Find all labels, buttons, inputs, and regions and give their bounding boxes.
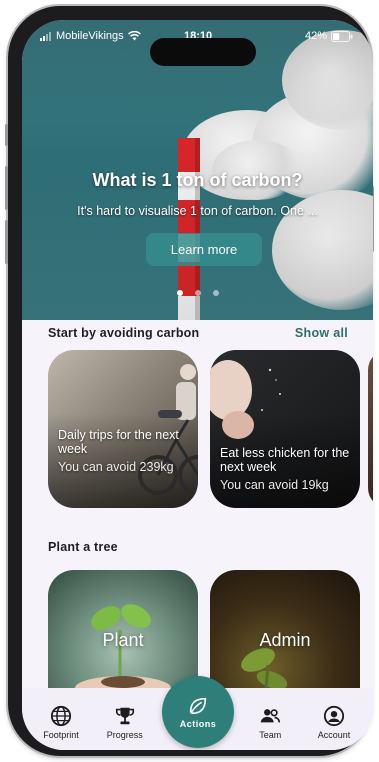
avoid-cards-row[interactable]: Daily trips for the next week You can av… — [22, 350, 373, 512]
trophy-icon — [115, 707, 134, 725]
card-title: Eat less chicken for the next week — [220, 446, 350, 474]
nav-item-footprint[interactable]: Footprint — [34, 705, 88, 750]
carrier-group: MobileVikings — [40, 30, 141, 42]
signal-icon — [40, 31, 51, 41]
battery-percent: 42% — [304, 30, 327, 42]
admin-card-label: Admin — [259, 630, 311, 650]
tree-section-title: Plant a tree — [48, 540, 118, 554]
avoid-section-title: Start by avoiding carbon — [48, 326, 200, 340]
nav-item-progress[interactable]: Progress — [98, 705, 152, 750]
volume-down-button — [5, 220, 8, 264]
battery-icon — [331, 30, 353, 42]
carousel-dot[interactable] — [194, 290, 201, 296]
nav-item-actions[interactable]: Actions — [162, 676, 234, 748]
nav-label: Team — [259, 730, 282, 740]
action-card-eat-less-chicken[interactable]: Eat less chicken for the next week You c… — [210, 350, 360, 508]
leaf-icon — [189, 697, 207, 715]
card-text: Eat less chicken for the next week You c… — [220, 446, 350, 492]
phone-frame: What is 1 ton of carbon? It's hard to vi… — [5, 6, 374, 756]
learn-more-button[interactable]: Learn more — [146, 233, 262, 266]
account-icon — [323, 705, 345, 727]
tree-section-header: Plant a tree — [48, 540, 348, 554]
globe-icon — [50, 705, 72, 727]
nav-label: Account — [317, 730, 351, 740]
nav-item-account[interactable]: Account — [307, 705, 361, 750]
hero-title: What is 1 ton of carbon? — [92, 170, 303, 190]
nav-label: Footprint — [43, 730, 79, 740]
team-icon — [261, 709, 281, 723]
nav-label: Actions — [179, 719, 217, 729]
action-card-daily-trips[interactable]: Daily trips for the next week You can av… — [48, 350, 198, 508]
card-title: Daily trips for the next week — [58, 428, 179, 456]
hero-subtitle: It's hard to visualise 1 ton of carbon. … — [77, 204, 318, 218]
carrier-name: MobileVikings — [56, 30, 124, 42]
carousel-dot[interactable] — [212, 290, 219, 296]
battery-group: 42% — [305, 30, 353, 42]
avoid-section-header: Start by avoiding carbon Show all — [48, 326, 348, 340]
bottom-nav: Footprint Progress Team Account Actions — [22, 676, 373, 750]
plant-card-label: Plant — [102, 630, 144, 650]
carousel-dots — [22, 290, 373, 296]
card-text: Daily trips for the next week You can av… — [58, 428, 188, 474]
action-card-partial[interactable] — [368, 350, 373, 508]
show-all-link[interactable]: Show all — [295, 326, 348, 340]
dynamic-island — [150, 38, 256, 66]
wifi-icon — [127, 31, 141, 41]
action-button — [5, 124, 8, 146]
volume-up-button — [5, 166, 8, 210]
nav-label: Progress — [106, 730, 143, 740]
app-screen: What is 1 ton of carbon? It's hard to vi… — [22, 20, 373, 750]
card-subtitle: You can avoid 239kg — [58, 460, 174, 474]
carousel-dot-active[interactable] — [176, 290, 183, 296]
card-subtitle: You can avoid 19kg — [220, 478, 329, 492]
nav-item-team[interactable]: Team — [243, 705, 297, 750]
